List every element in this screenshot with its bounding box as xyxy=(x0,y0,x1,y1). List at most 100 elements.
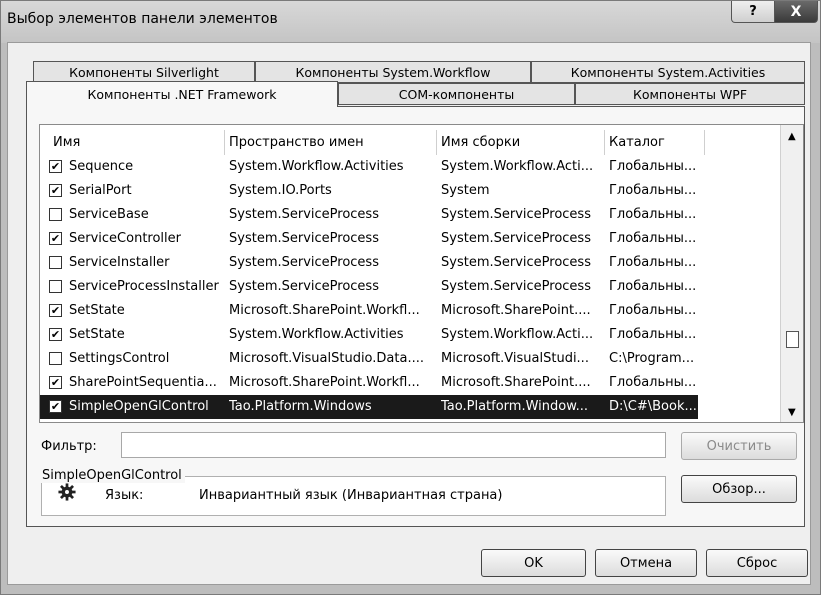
row-checkbox[interactable]: ✔ xyxy=(49,160,62,173)
cell-asm: System.Web xyxy=(441,419,604,422)
tab-net-framework[interactable]: Компоненты .NET Framework xyxy=(26,81,338,107)
table-row[interactable]: ✔ Sequence System.Workflow.Activities Syste… xyxy=(40,155,780,179)
table-row[interactable]: ServiceProcessInstaller System.ServicePro… xyxy=(40,275,780,299)
cell-name: SettingsControl xyxy=(69,351,170,366)
clear-button[interactable]: Очистить xyxy=(681,432,797,460)
cell-ns: System.ServiceProcess xyxy=(229,255,379,270)
tab-com[interactable]: COM-компоненты xyxy=(338,83,575,105)
cell-dir: Глобальны... xyxy=(609,327,697,342)
title-bar: Выбор элементов панели элементов ? X xyxy=(1,1,820,43)
cell-asm: System.Workflow.Acti... xyxy=(441,159,594,174)
cell-asm: System.ServiceProcess xyxy=(441,207,591,222)
column-header-namespace[interactable]: Пространство имен xyxy=(225,130,437,155)
table-row[interactable]: ✔SiteMapDataSourceSystem.Web.UI.WebContr… xyxy=(40,419,780,422)
list-header: Имя Пространство имен Имя сборки Каталог xyxy=(40,130,780,155)
scroll-thumb[interactable] xyxy=(786,331,799,348)
tab-system-activities[interactable]: Компоненты System.Activities xyxy=(531,61,805,83)
table-row[interactable]: ServiceBase System.ServiceProcess System.S… xyxy=(40,203,780,227)
filter-label: Фильтр: xyxy=(41,439,97,454)
table-row[interactable]: ✔ ServiceController System.ServiceProcess S… xyxy=(40,227,780,251)
column-header-name[interactable]: Имя xyxy=(40,130,225,155)
table-row[interactable]: ✔ SharePointSequentia... Microsoft.SharePo… xyxy=(40,371,780,395)
cell-ns: System.ServiceProcess xyxy=(229,279,379,294)
browse-button[interactable]: Обзор... xyxy=(681,475,797,503)
cell-asm: Tao.Platform.Window... xyxy=(441,399,589,414)
row-checkbox[interactable]: ✔ xyxy=(49,184,62,197)
vertical-scrollbar[interactable]: ▲ ▼ xyxy=(780,125,803,422)
row-checkbox[interactable]: ✔ xyxy=(49,328,62,341)
table-row[interactable]: ✔ SetState System.Workflow.Activities Syste… xyxy=(40,323,780,347)
cell-dir: Глобальны... xyxy=(609,159,697,174)
cell-ns: Microsoft.SharePoint.Workfl... xyxy=(229,303,420,318)
cell-dir: Глобальны... xyxy=(609,303,697,318)
cell-ns: System.Web.UI.WebControls xyxy=(229,419,434,422)
cell-asm: Microsoft.VisualStudi... xyxy=(441,351,589,366)
cell-name: SetState xyxy=(69,327,125,342)
table-row[interactable]: SettingsControl Microsoft.VisualStudio.Da… xyxy=(40,347,780,371)
cell-dir: Глобальны... xyxy=(609,255,697,270)
window-title: Выбор элементов панели элементов xyxy=(7,11,278,27)
table-row[interactable]: ✔ SimpleOpenGlControl Tao.Platform.Windows… xyxy=(40,395,698,419)
cell-name: ServiceController xyxy=(69,231,181,246)
cell-dir: Глобальны... xyxy=(609,207,697,222)
cell-dir: Глобальны... xyxy=(609,375,697,390)
cell-asm: System.ServiceProcess xyxy=(441,279,591,294)
row-checkbox[interactable] xyxy=(49,352,62,365)
cell-dir: Глобальны... xyxy=(609,419,704,422)
cell-ns: Microsoft.SharePoint.Workfl... xyxy=(229,375,420,390)
cell-name: SerialPort xyxy=(69,183,132,198)
cell-name: ServiceProcessInstaller xyxy=(69,279,219,294)
cell-dir: Глобальны... xyxy=(609,231,697,246)
cancel-button[interactable]: Отмена xyxy=(595,549,697,577)
row-checkbox[interactable]: ✔ xyxy=(49,400,62,413)
cell-ns: Tao.Platform.Windows xyxy=(229,399,372,414)
close-button[interactable]: X xyxy=(774,1,818,23)
cell-asm: System.ServiceProcess xyxy=(441,231,591,246)
column-header-directory[interactable]: Каталог xyxy=(605,130,705,155)
column-header-assembly[interactable]: Имя сборки xyxy=(437,130,605,155)
cell-asm: System.ServiceProcess xyxy=(441,255,591,270)
cell-dir: Глобальны... xyxy=(609,183,697,198)
table-row[interactable]: ✔ SerialPort System.IO.Ports System Глобальн… xyxy=(40,179,780,203)
cell-asm: System xyxy=(441,183,490,198)
cell-name: SetState xyxy=(69,303,125,318)
tab-wpf[interactable]: Компоненты WPF xyxy=(575,83,805,105)
details-group-title: SimpleOpenGlControl xyxy=(40,468,185,483)
cell-name: ServiceInstaller xyxy=(69,255,170,270)
row-checkbox[interactable] xyxy=(49,208,62,221)
cell-asm: Microsoft.SharePoint.... xyxy=(441,303,591,318)
language-label: Язык: xyxy=(105,488,144,503)
language-value: Инвариантный язык (Инвариантная страна) xyxy=(199,488,503,503)
ok-button[interactable]: OK xyxy=(481,549,586,577)
cell-name: SharePointSequentia... xyxy=(69,375,217,390)
cell-ns: System.ServiceProcess xyxy=(229,231,379,246)
cell-name: ServiceBase xyxy=(69,207,149,222)
filter-input[interactable] xyxy=(121,432,666,458)
row-checkbox[interactable]: ✔ xyxy=(49,376,62,389)
scroll-up-arrow-icon[interactable]: ▲ xyxy=(788,131,796,142)
cell-dir: C:\Program... xyxy=(609,351,695,366)
cell-asm: Microsoft.SharePoint.... xyxy=(441,375,591,390)
row-checkbox[interactable] xyxy=(49,280,62,293)
cell-ns: Microsoft.VisualStudio.Data.... xyxy=(229,351,424,366)
cell-dir: D:\C#\Book... xyxy=(609,399,697,414)
tab-system-workflow[interactable]: Компоненты System.Workflow xyxy=(255,61,531,83)
table-row[interactable]: ServiceInstaller System.ServiceProcess Sys… xyxy=(40,251,780,275)
cell-ns: System.Workflow.Activities xyxy=(229,327,404,342)
gear-icon xyxy=(58,483,76,501)
tab-silverlight[interactable]: Компоненты Silverlight xyxy=(33,61,255,83)
components-list[interactable]: Имя Пространство имен Имя сборки Каталог… xyxy=(39,124,804,423)
scroll-down-arrow-icon[interactable]: ▼ xyxy=(788,407,796,418)
cell-ns: System.Workflow.Activities xyxy=(229,159,404,174)
cell-ns: System.IO.Ports xyxy=(229,183,332,198)
cell-name: SimpleOpenGlControl xyxy=(69,399,209,414)
reset-button[interactable]: Сброс xyxy=(706,549,808,577)
cell-name: SiteMapDataSource xyxy=(69,419,225,422)
table-row[interactable]: ✔ SetState Microsoft.SharePoint.Workfl... M… xyxy=(40,299,780,323)
row-checkbox[interactable]: ✔ xyxy=(49,304,62,317)
help-button[interactable]: ? xyxy=(731,1,775,23)
row-checkbox[interactable]: ✔ xyxy=(49,232,62,245)
cell-ns: System.ServiceProcess xyxy=(229,207,379,222)
cell-dir: Глобальны... xyxy=(609,279,697,294)
row-checkbox[interactable] xyxy=(49,256,62,269)
